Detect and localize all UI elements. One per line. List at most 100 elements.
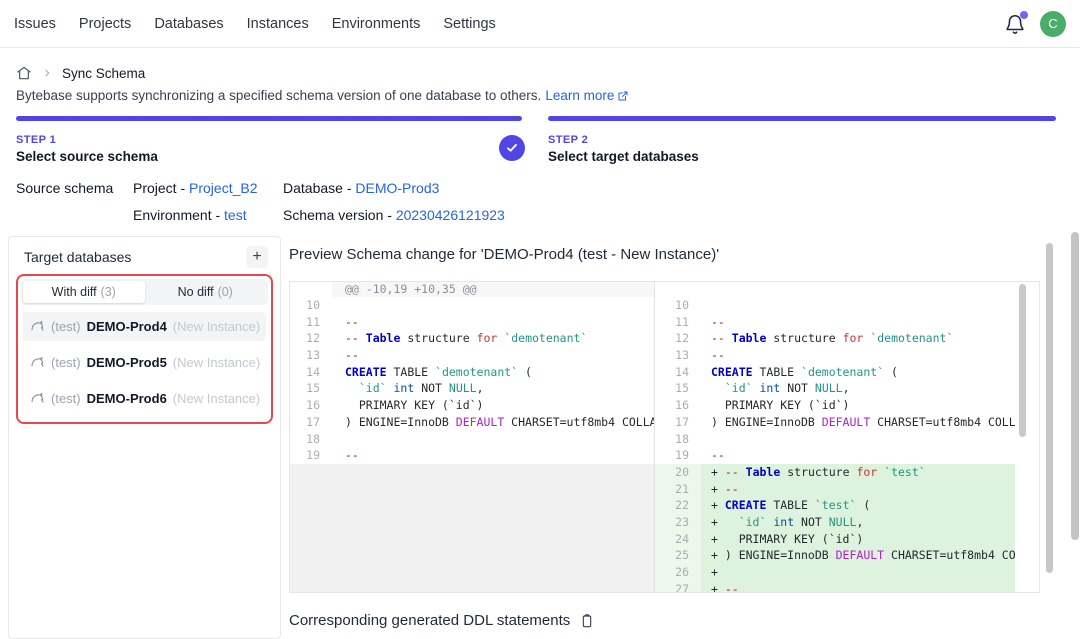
database-instance-suffix: (New Instance) [173, 319, 260, 334]
database-engine-icon [30, 391, 45, 406]
database-link[interactable]: DEMO-Prod3 [355, 180, 439, 196]
line-number: 21 [655, 481, 701, 498]
check-icon [505, 141, 519, 155]
step2-progress-bar [548, 116, 1056, 121]
line-number: 12 [290, 330, 332, 347]
schema-diff-viewer[interactable]: @@ -10,19 +10,35 @@1011--12-- Table stru… [289, 281, 1040, 593]
line-code: `id` int NOT NULL, [332, 380, 654, 397]
target-database-list: (test)DEMO-Prod4(New Instance)(test)DEMO… [21, 312, 268, 413]
line-code: + `id` int NOT NULL, [701, 514, 1015, 531]
ddl-statements-title: Corresponding generated DDL statements [289, 612, 570, 629]
line-number: 19 [655, 447, 701, 464]
line-number: 17 [655, 414, 701, 431]
line-number: 16 [290, 397, 332, 414]
nav-item-instances[interactable]: Instances [247, 16, 309, 32]
line-code: -- [701, 347, 1015, 364]
line-code: + ) ENGINE=InnoDB DEFAULT CHARSET=utf8mb… [701, 547, 1015, 564]
diff-line [655, 282, 1039, 297]
intro-text: Bytebase supports synchronizing a specif… [16, 88, 629, 103]
project-label: Project - [133, 180, 189, 196]
schema-version-link[interactable]: 20230426121923 [396, 207, 505, 223]
line-number: 13 [655, 347, 701, 364]
line-code: + CREATE TABLE `test` ( [701, 497, 1015, 514]
line-code: + -- [701, 481, 1015, 498]
line-number: 10 [290, 297, 332, 314]
diff-line: 15 `id` int NOT NULL, [290, 380, 654, 397]
line-number: 18 [655, 431, 701, 448]
nav-item-issues[interactable]: Issues [14, 16, 56, 32]
line-code: + -- [701, 581, 1015, 592]
line-code: -- [332, 314, 654, 331]
notification-badge [1020, 11, 1028, 19]
copy-icon[interactable] [579, 613, 595, 629]
database-label: Database - [283, 180, 355, 196]
tab-no-diff[interactable]: No diff (0) [145, 281, 267, 303]
tab-with-diff[interactable]: With diff (3) [23, 281, 145, 303]
line-number: 18 [290, 431, 332, 448]
diff-tabs: With diff (3) No diff (0) [21, 279, 268, 305]
diff-empty-filler [290, 464, 654, 592]
target-databases-highlight-box: With diff (3) No diff (0) (test)DEMO-Pro… [16, 274, 273, 424]
home-icon[interactable] [16, 65, 32, 81]
database-engine-icon [30, 319, 45, 334]
diff-editor-scrollbar[interactable] [1019, 284, 1026, 437]
line-number: 16 [655, 397, 701, 414]
learn-more-link[interactable]: Learn more [545, 88, 629, 103]
line-number: 15 [655, 380, 701, 397]
line-number: 24 [655, 531, 701, 548]
database-environment: (test) [51, 355, 81, 370]
add-target-database-button[interactable]: + [246, 246, 268, 268]
diff-line: 12-- Table structure for `demotenant` [290, 330, 654, 347]
diff-line: 19-- [290, 447, 654, 464]
diff-line: 10 [655, 297, 1039, 314]
line-code: -- Table structure for `demotenant` [332, 330, 654, 347]
notifications-button[interactable] [1004, 13, 1026, 35]
line-number: 12 [655, 330, 701, 347]
intro-description: Bytebase supports synchronizing a specif… [16, 88, 541, 103]
database-item-demo-prod4[interactable]: (test)DEMO-Prod4(New Instance) [23, 312, 266, 341]
preview-panel-scrollbar[interactable] [1046, 243, 1053, 573]
line-code: CREATE TABLE `demotenant` ( [332, 364, 654, 381]
line-number: 15 [290, 380, 332, 397]
diff-line: 26+ [655, 564, 1039, 581]
diff-pane-modified[interactable]: 1011--12-- Table structure for `demotena… [655, 282, 1039, 592]
line-code [332, 297, 654, 314]
database-environment: (test) [51, 391, 81, 406]
line-number: 25 [655, 547, 701, 564]
line-number: 10 [655, 297, 701, 314]
environment-link[interactable]: test [224, 207, 247, 223]
diff-line: 13-- [290, 347, 654, 364]
line-number: 22 [655, 497, 701, 514]
project-link[interactable]: Project_B2 [189, 180, 257, 196]
nav-item-environments[interactable]: Environments [332, 16, 421, 32]
diff-line: 18 [655, 431, 1039, 448]
diff-line: 20+ -- Table structure for `test` [655, 464, 1039, 481]
source-schema-version: Schema version - 20230426121923 [283, 207, 505, 223]
database-name: DEMO-Prod5 [87, 355, 167, 370]
line-code: @@ -10,19 +10,35 @@ [332, 282, 654, 297]
line-number: 27 [655, 581, 701, 592]
database-item-demo-prod5[interactable]: (test) DEMO-Prod5 (New Instance) [23, 348, 266, 377]
line-code: + PRIMARY KEY (`id`) [701, 531, 1015, 548]
nav-item-projects[interactable]: Projects [79, 16, 131, 32]
ddl-statements-header: Corresponding generated DDL statements [289, 612, 595, 629]
diff-pane-original[interactable]: @@ -10,19 +10,35 @@1011--12-- Table stru… [290, 282, 654, 592]
line-code: CREATE TABLE `demotenant` ( [701, 364, 1015, 381]
diff-line: 13-- [655, 347, 1039, 364]
nav-item-settings[interactable]: Settings [443, 16, 495, 32]
page-scrollbar[interactable] [1071, 232, 1079, 540]
database-instance-suffix: (New Instance) [173, 355, 260, 370]
database-engine-icon [30, 355, 45, 370]
diff-line: 16 PRIMARY KEY (`id`) [655, 397, 1039, 414]
diff-line: 27+ -- [655, 581, 1039, 592]
diff-line: 18 [290, 431, 654, 448]
target-databases-panel: Target databases + With diff (3) No diff… [8, 236, 281, 639]
line-code: `id` int NOT NULL, [701, 380, 1015, 397]
nav-item-databases[interactable]: Databases [154, 16, 223, 32]
diff-line: 14CREATE TABLE `demotenant` ( [655, 364, 1039, 381]
diff-line: 21+ -- [655, 481, 1039, 498]
avatar[interactable]: C [1040, 11, 1066, 37]
external-link-icon [617, 90, 629, 102]
database-item-demo-prod6[interactable]: (test)DEMO-Prod6(New Instance) [23, 384, 266, 413]
step1-completed-check [499, 135, 525, 161]
